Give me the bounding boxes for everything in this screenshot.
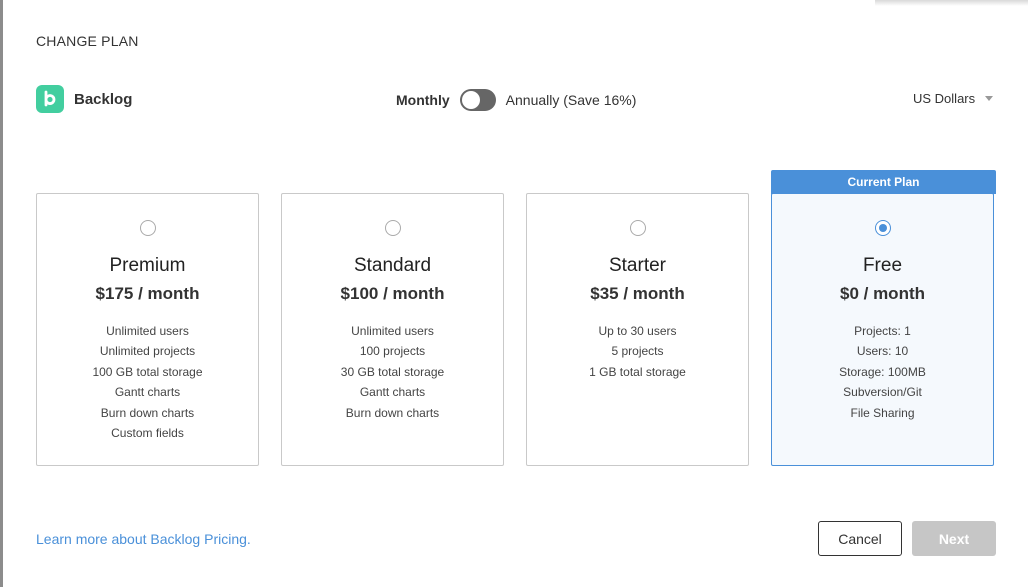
- plan-price: $175 / month: [95, 284, 200, 303]
- plan-feature: Unlimited projects: [99, 344, 196, 359]
- plan-feature: Custom fields: [111, 425, 184, 440]
- plan-radio-standard[interactable]: [384, 220, 401, 236]
- dialog-title: CHANGE PLAN: [36, 33, 139, 49]
- brand-name: Backlog: [74, 90, 133, 108]
- plan-feature: 100 projects: [359, 344, 426, 359]
- plan-feature: Subversion/Git: [843, 385, 922, 400]
- plan-radio-free[interactable]: [874, 220, 891, 236]
- plan-feature: Gantt charts: [114, 385, 181, 400]
- plan-card-starter[interactable]: Starter $35 / month Up to 30 users 5 pro…: [526, 193, 749, 466]
- plan-feature: 30 GB total storage: [340, 364, 445, 379]
- plan-card-standard[interactable]: Standard $100 / month Unlimited users 10…: [281, 193, 504, 466]
- plan-name: Free: [862, 255, 903, 276]
- annually-label[interactable]: Annually (Save 16%): [506, 92, 637, 108]
- plan-price: $100 / month: [340, 284, 445, 303]
- plan-name: Starter: [608, 255, 667, 276]
- plan-features: Up to 30 users 5 projects 1 GB total sto…: [527, 321, 748, 382]
- plan-feature: Unlimited users: [106, 324, 189, 338]
- plan-radio-starter[interactable]: [629, 220, 646, 236]
- plan-feature: 100 GB total storage: [92, 364, 203, 379]
- chevron-down-icon: [985, 96, 994, 101]
- plan-card-premium[interactable]: Premium $175 / month Unlimited users Unl…: [36, 193, 259, 466]
- plan-name: Standard: [353, 255, 432, 276]
- monthly-label[interactable]: Monthly: [396, 92, 450, 108]
- currency-dropdown[interactable]: US Dollars: [913, 91, 994, 106]
- plan-price: $0 / month: [839, 284, 925, 303]
- cancel-button[interactable]: Cancel: [818, 521, 902, 556]
- plan-feature: 5 projects: [611, 344, 664, 359]
- brand: Backlog: [36, 85, 132, 113]
- plan-feature: File Sharing: [850, 405, 915, 420]
- currency-value: US Dollars: [913, 91, 976, 106]
- current-plan-badge: Current Plan: [771, 170, 996, 194]
- plan-feature: Unlimited users: [351, 324, 434, 338]
- plan-feature: Gantt charts: [359, 385, 426, 400]
- next-button[interactable]: Next: [912, 521, 996, 556]
- backlog-logo-icon: [36, 85, 64, 113]
- plan-features: Unlimited users Unlimited projects 100 G…: [37, 321, 258, 443]
- billing-toggle[interactable]: [459, 89, 496, 111]
- plan-price: $35 / month: [590, 284, 685, 303]
- pricing-learn-more-link[interactable]: Learn more about Backlog Pricing.: [36, 531, 251, 547]
- billing-period-switch: Monthly Annually (Save 16%): [396, 88, 636, 112]
- plan-feature: Projects: 1: [854, 324, 911, 338]
- plan-name: Premium: [109, 255, 186, 276]
- plan-features: Projects: 1 Users: 10 Storage: 100MB Sub…: [772, 321, 993, 423]
- plan-card-free[interactable]: Current Plan Free $0 / month Projects: 1…: [771, 170, 996, 466]
- plan-feature: Storage: 100MB: [839, 364, 926, 379]
- plan-feature: Users: 10: [856, 344, 909, 359]
- plan-feature: Burn down charts: [100, 405, 195, 420]
- toggle-knob: [461, 91, 480, 109]
- window-edge: [0, 0, 3, 587]
- plan-radio-premium[interactable]: [139, 220, 156, 236]
- plan-feature: Burn down charts: [345, 405, 440, 420]
- plan-features: Unlimited users 100 projects 30 GB total…: [282, 321, 503, 423]
- plan-feature: Up to 30 users: [598, 324, 677, 338]
- dropdown-shadow: [875, 0, 1028, 6]
- plan-feature: 1 GB total storage: [589, 364, 686, 379]
